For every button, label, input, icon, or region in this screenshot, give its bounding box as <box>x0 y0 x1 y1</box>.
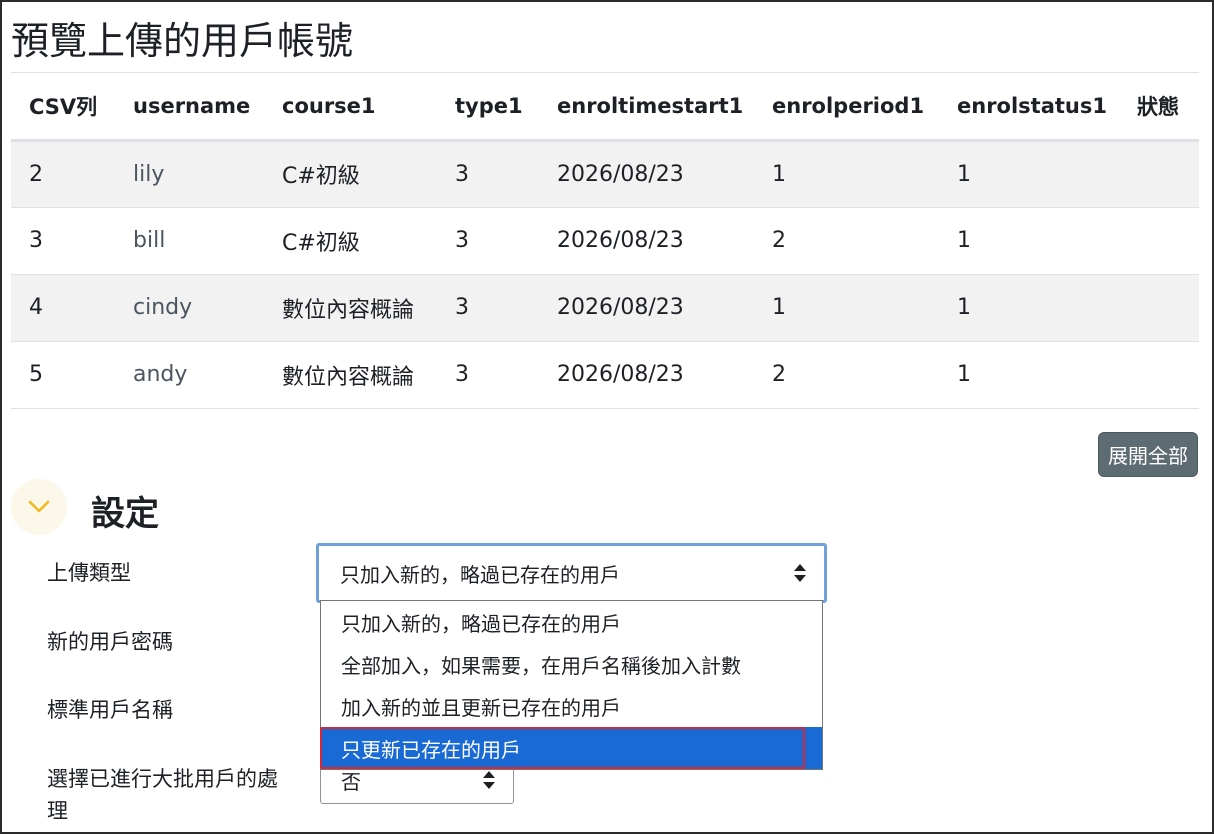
table-cell: 1 <box>957 341 1137 409</box>
table-cell: 3 <box>11 207 133 275</box>
table-cell: cindy <box>133 274 282 342</box>
standard-username-label: 標準用戶名稱 <box>47 698 173 722</box>
upload-type-select-value: 只加入新的，略過已存在的用戶 <box>340 562 620 587</box>
table-cell: 3 <box>455 140 557 208</box>
table-cell <box>1137 341 1199 409</box>
table-cell: 3 <box>455 341 557 409</box>
expand-all-button[interactable]: 展開全部 <box>1098 432 1198 477</box>
dropdown-option-add-all-append-counter[interactable]: 全部加入，如果需要，在用戶名稱後加入計數 <box>321 643 822 685</box>
upload-type-select[interactable]: 只加入新的，略過已存在的用戶 <box>316 543 827 603</box>
table-cell <box>1137 274 1199 342</box>
table-cell: C#初級 <box>282 140 455 208</box>
settings-section-title: 設定 <box>91 494 159 534</box>
table-cell: 3 <box>455 274 557 342</box>
sort-arrows-icon <box>794 564 806 582</box>
table-cell: C#初級 <box>282 207 455 275</box>
table-row: 2 lily C#初級 3 2026/08/23 1 1 <box>11 140 1199 208</box>
table-cell <box>1137 207 1199 275</box>
table-cell: 1 <box>772 140 957 208</box>
table-cell: 數位內容概論 <box>282 274 455 342</box>
bulk-handling-label-line2: 理 <box>47 799 68 823</box>
table-cell: andy <box>133 341 282 409</box>
table-cell: 2026/08/23 <box>557 140 772 208</box>
sort-arrows-icon <box>483 771 495 789</box>
column-header-enrolperiod1: enrolperiod1 <box>772 74 957 142</box>
table-cell: 2 <box>772 341 957 409</box>
table-cell: lily <box>133 140 282 208</box>
table-cell: 2026/08/23 <box>557 341 772 409</box>
table-cell: 數位內容概論 <box>282 341 455 409</box>
table-cell <box>1137 140 1199 208</box>
table-cell: 2 <box>11 140 133 208</box>
table-header-row: CSV列 username course1 type1 enroltimesta… <box>11 74 1199 142</box>
dropdown-option-add-new-update-existing[interactable]: 加入新的並且更新已存在的用戶 <box>321 685 822 727</box>
column-header-status: 狀態 <box>1137 74 1199 142</box>
bulk-handling-label-line1: 選擇已進行大批用戶的處 <box>47 767 278 791</box>
dropdown-option-update-existing-only[interactable]: 只更新已存在的用戶 <box>321 727 822 769</box>
table-cell: 1 <box>957 140 1137 208</box>
chevron-down-icon <box>28 500 50 513</box>
table-cell: 1 <box>772 274 957 342</box>
table-cell: 2026/08/23 <box>557 207 772 275</box>
settings-collapse-button[interactable] <box>11 479 67 535</box>
column-header-username: username <box>133 74 282 142</box>
new-password-label: 新的用戶密碼 <box>47 630 173 654</box>
table-row: 5 andy 數位內容概論 3 2026/08/23 2 1 <box>11 341 1199 409</box>
table-cell: 2 <box>772 207 957 275</box>
table-cell: 2026/08/23 <box>557 274 772 342</box>
column-header-enrolstatus1: enrolstatus1 <box>957 74 1137 142</box>
title-divider <box>11 72 1199 73</box>
table-cell: 3 <box>455 207 557 275</box>
table-cell: 4 <box>11 274 133 342</box>
column-header-type1: type1 <box>455 74 557 142</box>
table-cell: bill <box>133 207 282 275</box>
upload-type-dropdown-list: 只加入新的，略過已存在的用戶 全部加入，如果需要，在用戶名稱後加入計數 加入新的… <box>320 600 823 770</box>
column-header-course1: course1 <box>282 74 455 142</box>
preview-table: CSV列 username course1 type1 enroltimesta… <box>11 74 1199 409</box>
table-row: 4 cindy 數位內容概論 3 2026/08/23 1 1 <box>11 274 1199 342</box>
dropdown-option-add-new-skip-existing[interactable]: 只加入新的，略過已存在的用戶 <box>321 601 822 643</box>
table-cell: 1 <box>957 274 1137 342</box>
upload-type-label: 上傳類型 <box>47 561 131 585</box>
column-header-enroltimestart1: enroltimestart1 <box>557 74 772 142</box>
column-header-csv-row: CSV列 <box>11 74 133 142</box>
table-cell: 5 <box>11 341 133 409</box>
page-title: 預覽上傳的用戶帳號 <box>11 19 354 63</box>
table-cell: 1 <box>957 207 1137 275</box>
table-row: 3 bill C#初級 3 2026/08/23 2 1 <box>11 207 1199 275</box>
